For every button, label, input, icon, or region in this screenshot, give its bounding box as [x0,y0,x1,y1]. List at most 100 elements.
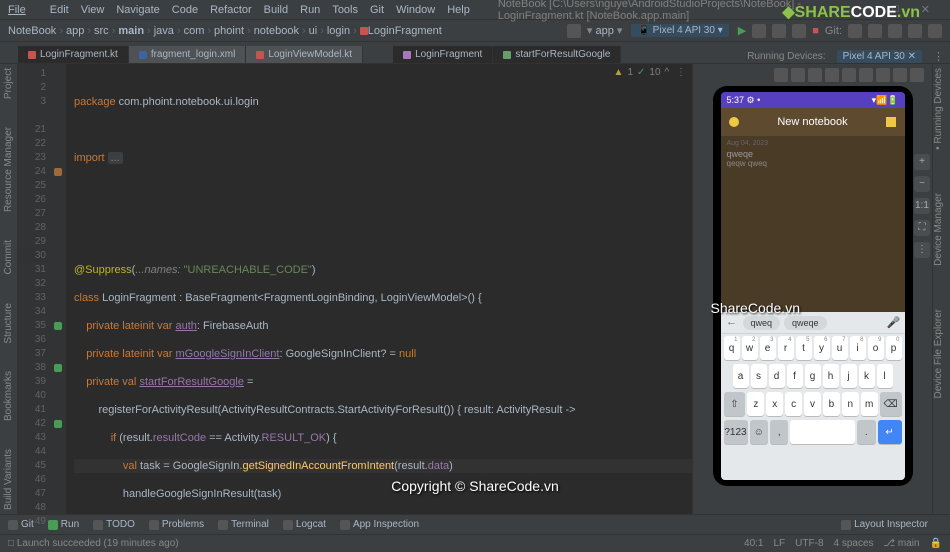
crumb[interactable]: notebook [254,25,299,37]
menu-navigate[interactable]: Navigate [116,4,159,16]
git-push-icon[interactable] [868,24,882,38]
suggestion[interactable]: qweqe [784,316,827,330]
key-symbols[interactable]: ?123 [724,420,748,444]
device-screen[interactable]: 5:37 ⚙ • ▾📶🔋 New notebook Aug 04, 2023 q… [721,92,905,480]
key-t[interactable]: t5 [796,336,812,360]
crumb[interactable]: login [327,25,350,37]
key-q[interactable]: q1 [724,336,740,360]
key-r[interactable]: r4 [778,336,794,360]
key-j[interactable]: j [841,364,857,388]
emu-power-icon[interactable] [774,68,788,82]
save-icon[interactable] [886,117,896,127]
note-content[interactable]: Aug 04, 2023 qweqe qeqw qweq [721,136,905,312]
editor-inspections[interactable]: ▲1 ✓10 ^ ⋮ [614,66,686,80]
key-u[interactable]: u7 [832,336,848,360]
key-o[interactable]: o9 [868,336,884,360]
profile-icon[interactable] [772,24,786,38]
key-n[interactable]: n [842,392,859,416]
suggestion[interactable]: qweq [743,316,781,330]
tool-device-file[interactable]: Device File Explorer [933,309,944,398]
status-indent[interactable]: 4 spaces [834,538,874,549]
tool-git[interactable]: Git [8,519,34,530]
crumb[interactable]: NoteBook [8,25,56,37]
key-period[interactable]: . [857,420,875,444]
key-space[interactable] [790,420,855,444]
override-icon[interactable] [54,364,62,372]
menu-git[interactable]: Git [370,4,384,16]
key-w[interactable]: w2 [742,336,758,360]
tool-problems[interactable]: Problems [149,519,204,530]
override-icon[interactable] [54,420,62,428]
key-enter[interactable]: ↵ [878,420,902,444]
tool-run[interactable]: Run [48,519,79,530]
tool-bkmk[interactable]: Bookmarks [3,371,14,421]
emu-more-icon[interactable] [910,68,924,82]
tool-struct[interactable]: Structure [3,303,14,344]
menu-window[interactable]: Window [396,4,435,16]
class-gutter-icon[interactable] [54,168,62,176]
nav-back-icon[interactable] [567,24,581,38]
kb-back-icon[interactable]: ← [725,316,739,330]
zoom-in-icon[interactable]: + [914,154,930,170]
run-icon[interactable]: ▶ [738,24,746,37]
menu-help[interactable]: Help [447,4,470,16]
menu-tools[interactable]: Tools [332,4,358,16]
emu-screenshot-icon[interactable] [893,68,907,82]
tab-loginviewmodel[interactable]: LoginViewModel.kt [246,46,363,63]
status-charset[interactable]: UTF-8 [795,538,823,549]
crumb[interactable]: java [154,25,174,37]
stop-icon[interactable]: ■ [812,25,819,37]
key-d[interactable]: d [769,364,785,388]
attach-icon[interactable] [792,24,806,38]
git-pull-icon[interactable] [848,24,862,38]
tab-fragment-login[interactable]: fragment_login.xml [129,46,246,63]
emu-overview-icon[interactable] [876,68,890,82]
crumb-current[interactable]: LoginFragment [368,25,442,37]
tool-terminal[interactable]: Terminal [218,519,269,530]
tool-running-devices[interactable]: • Running Devices [933,68,944,150]
emu-back-icon[interactable] [842,68,856,82]
tool-todo[interactable]: TODO [93,519,135,530]
struct-tab[interactable]: startForResultGoogle [493,46,621,63]
tool-resmgr[interactable]: Resource Manager [3,127,14,212]
tool-commit[interactable]: Commit [3,240,14,274]
key-y[interactable]: y6 [814,336,830,360]
git-label[interactable]: Git: [825,25,842,37]
key-comma[interactable]: , [770,420,788,444]
key-k[interactable]: k [859,364,875,388]
menu-file[interactable]: File [8,4,38,16]
close-icon[interactable]: ✕ [921,3,930,16]
crumb[interactable]: src [94,25,109,37]
menu-refactor[interactable]: Refactor [210,4,252,16]
key-b[interactable]: b [823,392,840,416]
note-body-text[interactable]: qeqw qweq [727,159,899,168]
key-x[interactable]: x [766,392,783,416]
more-icon[interactable]: ⋮ [933,50,944,63]
key-h[interactable]: h [823,364,839,388]
status-branch[interactable]: ⎇ main [884,538,920,549]
menu-view[interactable]: View [81,4,105,16]
key-i[interactable]: i8 [850,336,866,360]
crumb[interactable]: com [184,25,205,37]
sync-icon[interactable] [888,24,902,38]
struct-tab[interactable]: LoginFragment [393,46,493,63]
code-editor[interactable]: ▲1 ✓10 ^ ⋮ package com.phoint.notebook.u… [66,64,692,514]
key-⇧[interactable]: ⇧ [724,392,746,416]
key-v[interactable]: v [804,392,821,416]
tab-loginfragment[interactable]: LoginFragment.kt [18,46,129,63]
settings-icon[interactable] [928,24,942,38]
crumb[interactable]: app [66,25,84,37]
key-a[interactable]: a [733,364,749,388]
key-p[interactable]: p0 [886,336,902,360]
zoom-11-icon[interactable]: 1:1 [914,198,930,214]
more-icon[interactable]: ⋮ [914,242,930,258]
key-⌫[interactable]: ⌫ [880,392,902,416]
emu-home-icon[interactable] [859,68,873,82]
menu-run[interactable]: Run [300,4,320,16]
crumb[interactable]: ui [309,25,318,37]
crumb[interactable]: main [118,25,144,37]
soft-keyboard[interactable]: ← qweq qweqe 🎤 q1w2e3r4t5y6u7i8o9p0 asdf… [721,312,905,480]
device-selector[interactable]: 📱 Pixel 4 API 30 ▾ [631,24,728,37]
run-config[interactable]: ▾ app ▾ [587,24,623,37]
key-emoji[interactable]: ☺ [750,420,768,444]
